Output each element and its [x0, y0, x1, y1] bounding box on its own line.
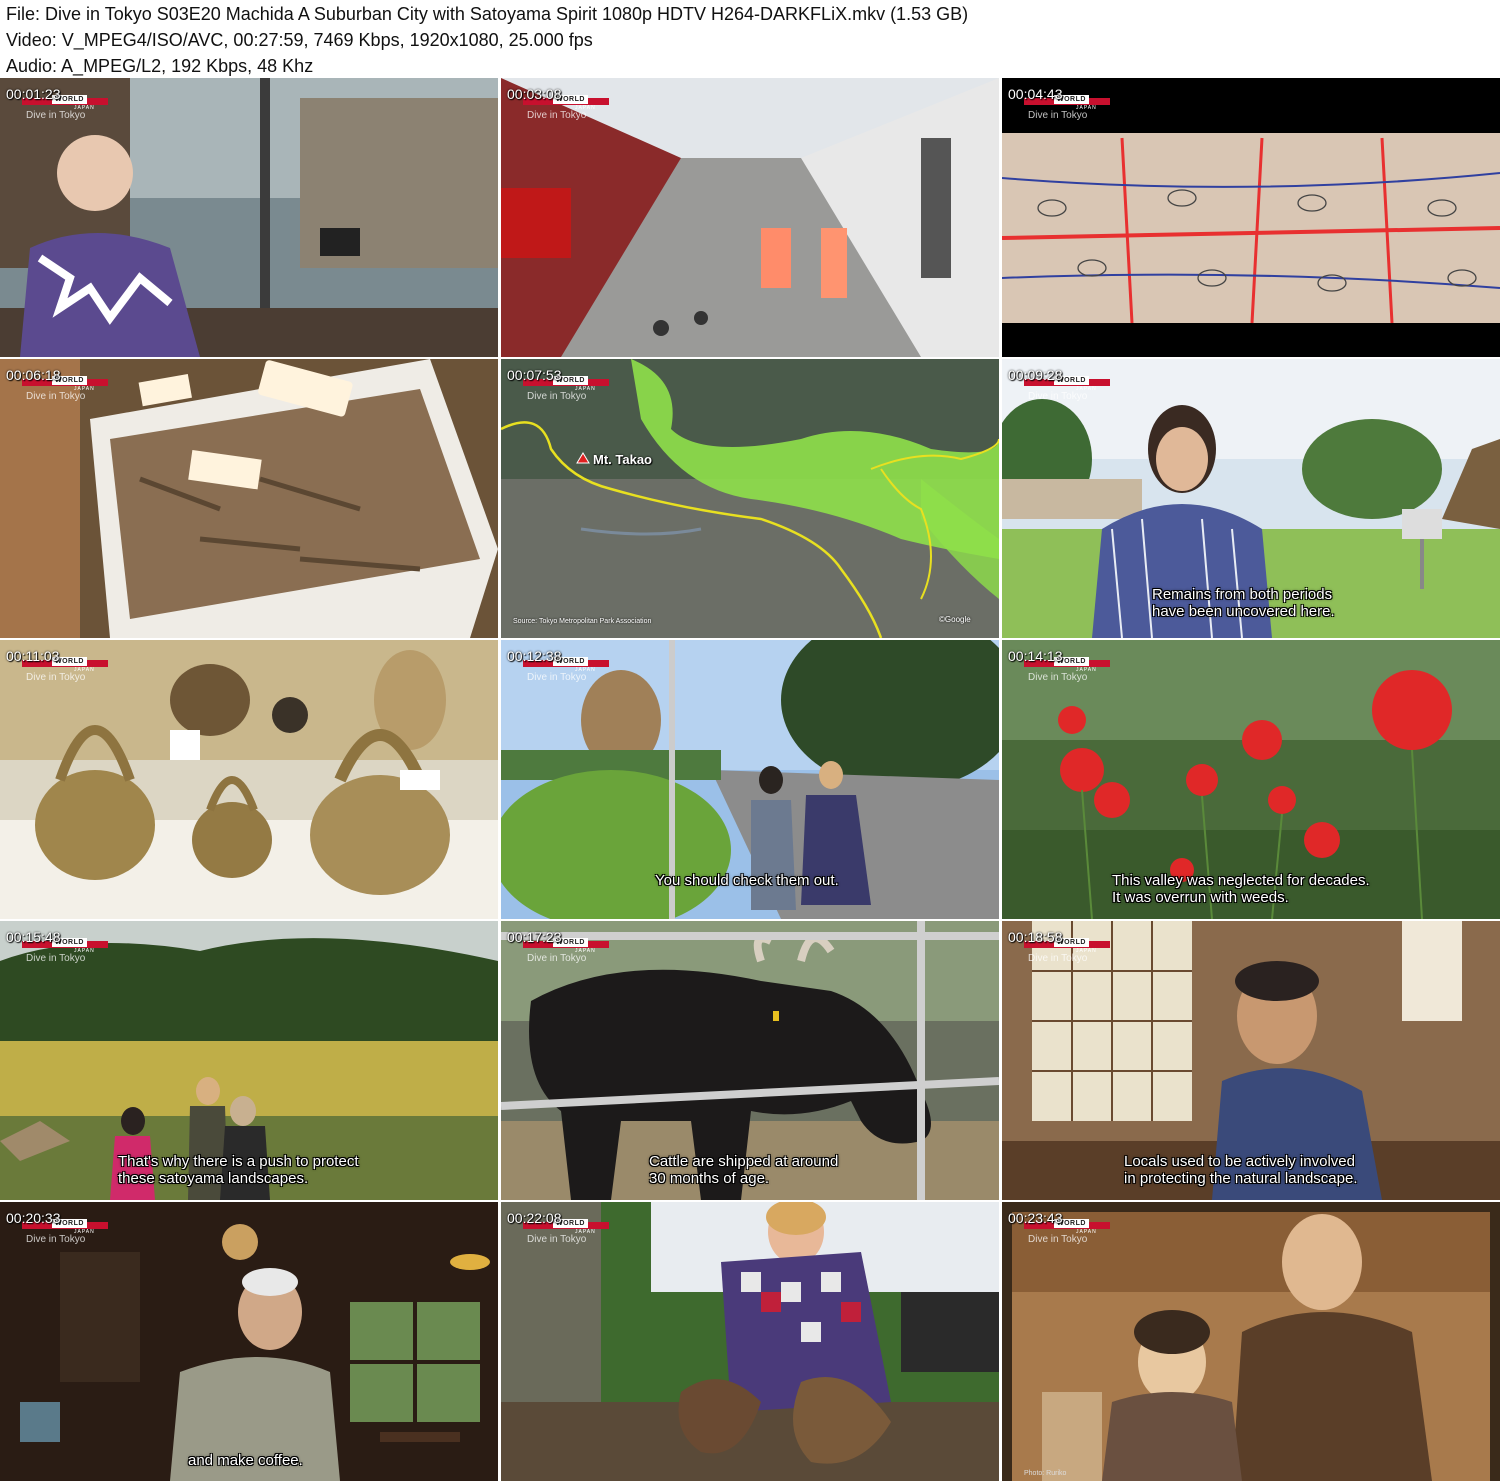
map-credit: ©Google: [939, 615, 971, 624]
thumbnail[interactable]: WORLD JAPAN Dive in Tokyo 00:03:08: [501, 78, 999, 357]
timestamp: 00:09:28: [1008, 367, 1063, 383]
thumbnail[interactable]: WORLD JAPAN Dive in Tokyo 00:01:23: [0, 78, 498, 357]
program-label: Dive in Tokyo: [527, 391, 587, 402]
program-label: Dive in Tokyo: [26, 672, 86, 683]
timestamp: 00:18:58: [1008, 929, 1063, 945]
program-label: Dive in Tokyo: [26, 110, 86, 121]
subtitle: Remains from both periods have been uncov…: [1152, 586, 1335, 620]
program-label: Dive in Tokyo: [1028, 391, 1088, 402]
timestamp: 00:17:23: [507, 929, 562, 945]
timestamp: 00:22:08: [507, 1210, 562, 1226]
subtitle: This valley was neglected for decades. It…: [1112, 872, 1370, 906]
timestamp: 00:01:23: [6, 86, 61, 102]
thumbnail-grid: WORLD JAPAN Dive in Tokyo 00:01:23 WORLD JAP…: [0, 78, 1500, 1483]
timestamp: 00:14:13: [1008, 648, 1063, 664]
thumbnail[interactable]: WORLD JAPAN Dive in Tokyo 00:20:33 and make …: [0, 1202, 498, 1481]
thumbnail[interactable]: WORLD JAPAN Dive in Tokyo 00:06:18: [0, 359, 498, 638]
thumbnail[interactable]: WORLD JAPAN Dive in Tokyo 00:12:38 You shoul…: [501, 640, 999, 919]
program-label: Dive in Tokyo: [1028, 672, 1088, 683]
audio-info: Audio: A_MPEG/L2, 192 Kbps, 48 Khz: [6, 56, 314, 76]
map-label: Mt. Takao: [593, 452, 652, 467]
program-label: Dive in Tokyo: [1028, 953, 1088, 964]
thumbnail[interactable]: Mt. Takao Source: Tokyo Metropolitan Par…: [501, 359, 999, 638]
timestamp: 00:11:03: [6, 648, 60, 664]
timestamp: 00:15:48: [6, 929, 61, 945]
program-label: Dive in Tokyo: [26, 953, 86, 964]
map-source: Source: Tokyo Metropolitan Park Associat…: [513, 618, 652, 625]
thumbnail[interactable]: WORLD JAPAN Dive in Tokyo 00:18:58 Locals us…: [1002, 921, 1500, 1200]
thumbnail[interactable]: WORLD JAPAN Dive in Tokyo 00:22:08: [501, 1202, 999, 1481]
thumbnail[interactable]: WORLD JAPAN Dive in Tokyo 00:14:13 This vall…: [1002, 640, 1500, 919]
thumbnail[interactable]: WORLD JAPAN Dive in Tokyo 00:11:03: [0, 640, 498, 919]
timestamp: 00:03:08: [507, 86, 562, 102]
program-label: Dive in Tokyo: [527, 1234, 587, 1245]
subtitle: You should check them out.: [655, 872, 839, 889]
program-label: Dive in Tokyo: [1028, 1234, 1088, 1245]
subtitle: and make coffee.: [188, 1452, 303, 1469]
program-label: Dive in Tokyo: [527, 953, 587, 964]
subtitle: Locals used to be actively involved in pr…: [1124, 1153, 1358, 1187]
program-label: Dive in Tokyo: [527, 110, 587, 121]
thumbnail[interactable]: WORLD JAPAN Dive in Tokyo 00:15:48 That's wh…: [0, 921, 498, 1200]
program-label: Dive in Tokyo: [26, 1234, 86, 1245]
thumbnail[interactable]: WORLD JAPAN Dive in Tokyo 00:04:43: [1002, 78, 1500, 357]
timestamp: 00:12:38: [507, 648, 562, 664]
subtitle: That's why there is a push to protect the…: [118, 1153, 359, 1187]
file-info: File: Dive in Tokyo S03E20 Machida A Sub…: [6, 4, 969, 24]
timestamp: 00:23:43: [1008, 1210, 1063, 1226]
thumbnail[interactable]: Photo: Ruriko WORLD JAPAN Dive in Tokyo 00:…: [1002, 1202, 1500, 1481]
video-info: Video: V_MPEG4/ISO/AVC, 00:27:59, 7469 K…: [6, 30, 593, 50]
info-header: File: Dive in Tokyo S03E20 Machida A Sub…: [0, 0, 1500, 78]
timestamp: 00:06:18: [6, 367, 61, 383]
program-label: Dive in Tokyo: [26, 391, 86, 402]
thumbnail[interactable]: WORLD JAPAN Dive in Tokyo 00:09:28 Remains f…: [1002, 359, 1500, 638]
program-label: Dive in Tokyo: [1028, 110, 1088, 121]
program-label: Dive in Tokyo: [527, 672, 587, 683]
thumbnail[interactable]: WORLD JAPAN Dive in Tokyo 00:17:23 Cattle ar…: [501, 921, 999, 1200]
timestamp: 00:04:43: [1008, 86, 1063, 102]
timestamp: 00:20:33: [6, 1210, 61, 1226]
photo-credit: Photo: Ruriko: [1024, 1470, 1067, 1477]
timestamp: 00:07:53: [507, 367, 562, 383]
subtitle: Cattle are shipped at around 30 months of…: [649, 1153, 839, 1187]
